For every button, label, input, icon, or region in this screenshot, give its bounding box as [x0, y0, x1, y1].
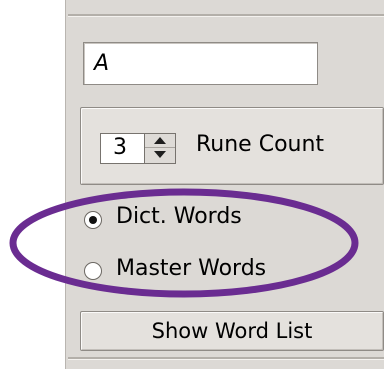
spin-down-icon[interactable]	[145, 148, 175, 162]
top-divider	[68, 14, 384, 17]
master-words-radio[interactable]	[84, 262, 102, 280]
text-input[interactable]: A	[83, 42, 318, 85]
bottom-divider	[68, 357, 384, 360]
dict-words-label[interactable]: Dict. Words	[116, 204, 242, 229]
rune-count-label: Rune Count	[196, 132, 325, 157]
rune-count-spinner[interactable]: 3	[100, 133, 176, 164]
rune-count-value[interactable]: 3	[113, 135, 127, 160]
dict-words-radio[interactable]	[84, 211, 102, 229]
spin-up-icon[interactable]	[145, 134, 175, 148]
spinner-arrows[interactable]	[144, 134, 175, 163]
show-word-list-button[interactable]: Show Word List	[80, 311, 384, 351]
master-words-label[interactable]: Master Words	[116, 256, 266, 281]
